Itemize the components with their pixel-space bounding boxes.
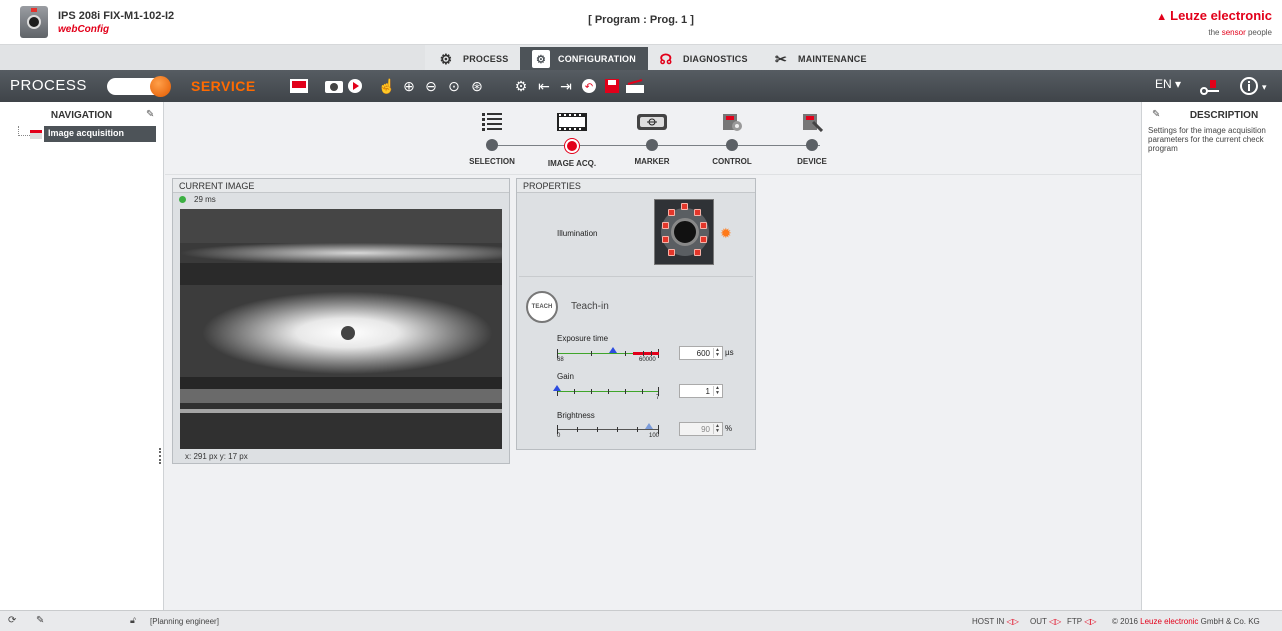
- gain-label: Gain: [557, 372, 574, 381]
- illumination-label: Illumination: [557, 229, 598, 238]
- undo-icon[interactable]: ↶: [580, 78, 598, 94]
- gain-slider[interactable]: [553, 385, 659, 396]
- control-icon: [697, 108, 767, 136]
- save-icon[interactable]: [603, 78, 621, 94]
- host-in-status: HOST IN ◁▷: [972, 617, 1019, 626]
- illumination-settings-icon[interactable]: ✹: [720, 225, 732, 242]
- program-title: [ Program : Prog. 1 ]: [588, 14, 694, 26]
- nav-resize-handle[interactable]: [159, 448, 161, 464]
- tools-icon: ✂: [775, 50, 787, 67]
- device-icon: [777, 108, 847, 136]
- user-login-icon[interactable]: [1200, 77, 1220, 98]
- zoom-fit-icon[interactable]: ⊙: [445, 78, 463, 94]
- marker-icon: [617, 108, 687, 136]
- import-icon[interactable]: ⇤: [535, 78, 553, 94]
- ftp-status: FTP ◁▷: [1067, 617, 1097, 626]
- copyright: © 2016 Leuze electronic GmbH & Co. KG: [1112, 617, 1260, 626]
- edit-icon[interactable]: ✎: [36, 615, 44, 626]
- brand-logo: ▲ Leuze electronic: [1156, 8, 1272, 23]
- svg-text:▾: ▾: [1262, 83, 1267, 93]
- film-icon: [537, 108, 607, 136]
- brightness-slider: [557, 423, 659, 434]
- properties-title: PROPERTIES: [517, 179, 755, 193]
- exposure-label: Exposure time: [557, 334, 609, 343]
- camera-icon[interactable]: [325, 78, 343, 94]
- current-image-title: CURRENT IMAGE: [173, 179, 509, 193]
- zoom-out-icon[interactable]: ⊖: [422, 78, 440, 94]
- main-tabs: ⚙ PROCESS ⚙ CONFIGURATION ☊ DIAGNOSTICS ✂ MA…: [0, 44, 1282, 71]
- illumination-row: Illumination ✹: [519, 195, 753, 277]
- user-role: [Planning engineer]: [150, 617, 219, 626]
- description-text: Settings for the image acquisition param…: [1148, 126, 1266, 153]
- program-settings-icon[interactable]: ⚙: [512, 78, 530, 94]
- mode-label: PROCESS: [10, 77, 87, 94]
- tab-process[interactable]: ⚙ PROCESS: [425, 47, 520, 71]
- step-device[interactable]: DEVICE: [777, 108, 847, 166]
- step-selection[interactable]: SELECTION: [457, 108, 527, 166]
- exposure-input[interactable]: 600 ▲ ▼: [679, 346, 723, 360]
- status-ok-icon: [179, 196, 186, 203]
- info-icon[interactable]: ▾: [1240, 77, 1268, 98]
- tab-configuration[interactable]: ⚙ CONFIGURATION: [520, 47, 648, 71]
- gear-icon: ⚙: [439, 50, 453, 67]
- list-icon: [457, 108, 527, 136]
- workflow-stepper: SELECTION IMAGE ACQ. MARKER CONTROL DEVI…: [455, 108, 855, 176]
- svg-text:↶: ↶: [585, 82, 593, 93]
- toolbar: PROCESS SERVICE ☝ ⊕ ⊖ ⊙ ⊛ ⚙ ⇤ ⇥ ↶ EN ▾ ▾: [0, 70, 1282, 102]
- refresh-icon[interactable]: ⟳: [8, 615, 16, 626]
- header: IPS 208i FIX-M1-102-I2 webConfig [ Progr…: [0, 0, 1282, 44]
- export-icon[interactable]: ⇥: [557, 78, 575, 94]
- status-bar: ⟳ ✎ 🔓︎ [Planning engineer] HOST IN ◁▷ OU…: [0, 610, 1282, 631]
- live-image-icon[interactable]: [290, 78, 308, 94]
- gain-input[interactable]: 1 ▲ ▼: [679, 384, 723, 398]
- description-pane: ✎ DESCRIPTION Settings for the image acq…: [1139, 102, 1282, 610]
- language-select[interactable]: EN ▾: [1155, 77, 1181, 91]
- main-content: SELECTION IMAGE ACQ. MARKER CONTROL DEVI…: [165, 102, 1141, 610]
- service-label: SERVICE: [191, 78, 256, 94]
- step-image-acq[interactable]: IMAGE ACQ.: [537, 108, 607, 168]
- zoom-reset-icon[interactable]: ⊛: [468, 78, 486, 94]
- exposure-slider[interactable]: [557, 347, 659, 358]
- brightness-input: 90 ▲ ▼: [679, 422, 723, 436]
- brightness-label: Brightness: [557, 411, 595, 420]
- tab-diagnostics[interactable]: ☊ DIAGNOSTICS: [645, 47, 760, 71]
- cursor-coordinates: x: 291 px y: 17 px: [185, 452, 248, 461]
- acquisition-time: 29 ms: [179, 195, 216, 204]
- current-image-panel: CURRENT IMAGE 29 ms x: 291 px y: 17 px: [172, 178, 510, 464]
- stethoscope-icon: ☊: [659, 50, 673, 67]
- leuze-triangle-icon: ▲: [1156, 11, 1168, 23]
- out-status: OUT ◁▷: [1030, 617, 1062, 626]
- tagline: the sensor people: [1208, 28, 1272, 37]
- lock-open-icon[interactable]: 🔓︎: [130, 615, 136, 626]
- configuration-icon: ⚙: [532, 50, 550, 68]
- hand-icon[interactable]: ☝: [378, 78, 396, 94]
- step-marker[interactable]: MARKER: [617, 108, 687, 166]
- mode-toggle[interactable]: [107, 76, 171, 97]
- illumination-ring-icon[interactable]: [654, 199, 714, 265]
- teach-in-label: Teach-in: [571, 301, 609, 312]
- tab-maintenance[interactable]: ✂ MAINTENANCE: [760, 47, 879, 71]
- step-control[interactable]: CONTROL: [697, 108, 767, 166]
- navigation-title: NAVIGATION: [50, 110, 113, 121]
- description-title: DESCRIPTION: [1189, 110, 1259, 121]
- play-icon[interactable]: [346, 78, 364, 94]
- nav-item-image-acquisition[interactable]: Image acquisition: [44, 126, 156, 142]
- properties-panel: PROPERTIES Illumination ✹ TEACH Teach-in…: [516, 178, 756, 450]
- transfer-icon[interactable]: [626, 78, 644, 94]
- image-acquisition-icon: [30, 130, 42, 139]
- navigation-pane: NAVIGATION ✎ Image acquisition: [0, 102, 164, 610]
- pin-icon[interactable]: ✎: [146, 109, 154, 120]
- teach-in-button[interactable]: TEACH: [526, 291, 558, 323]
- zoom-in-icon[interactable]: ⊕: [400, 78, 418, 94]
- camera-image[interactable]: [180, 209, 502, 449]
